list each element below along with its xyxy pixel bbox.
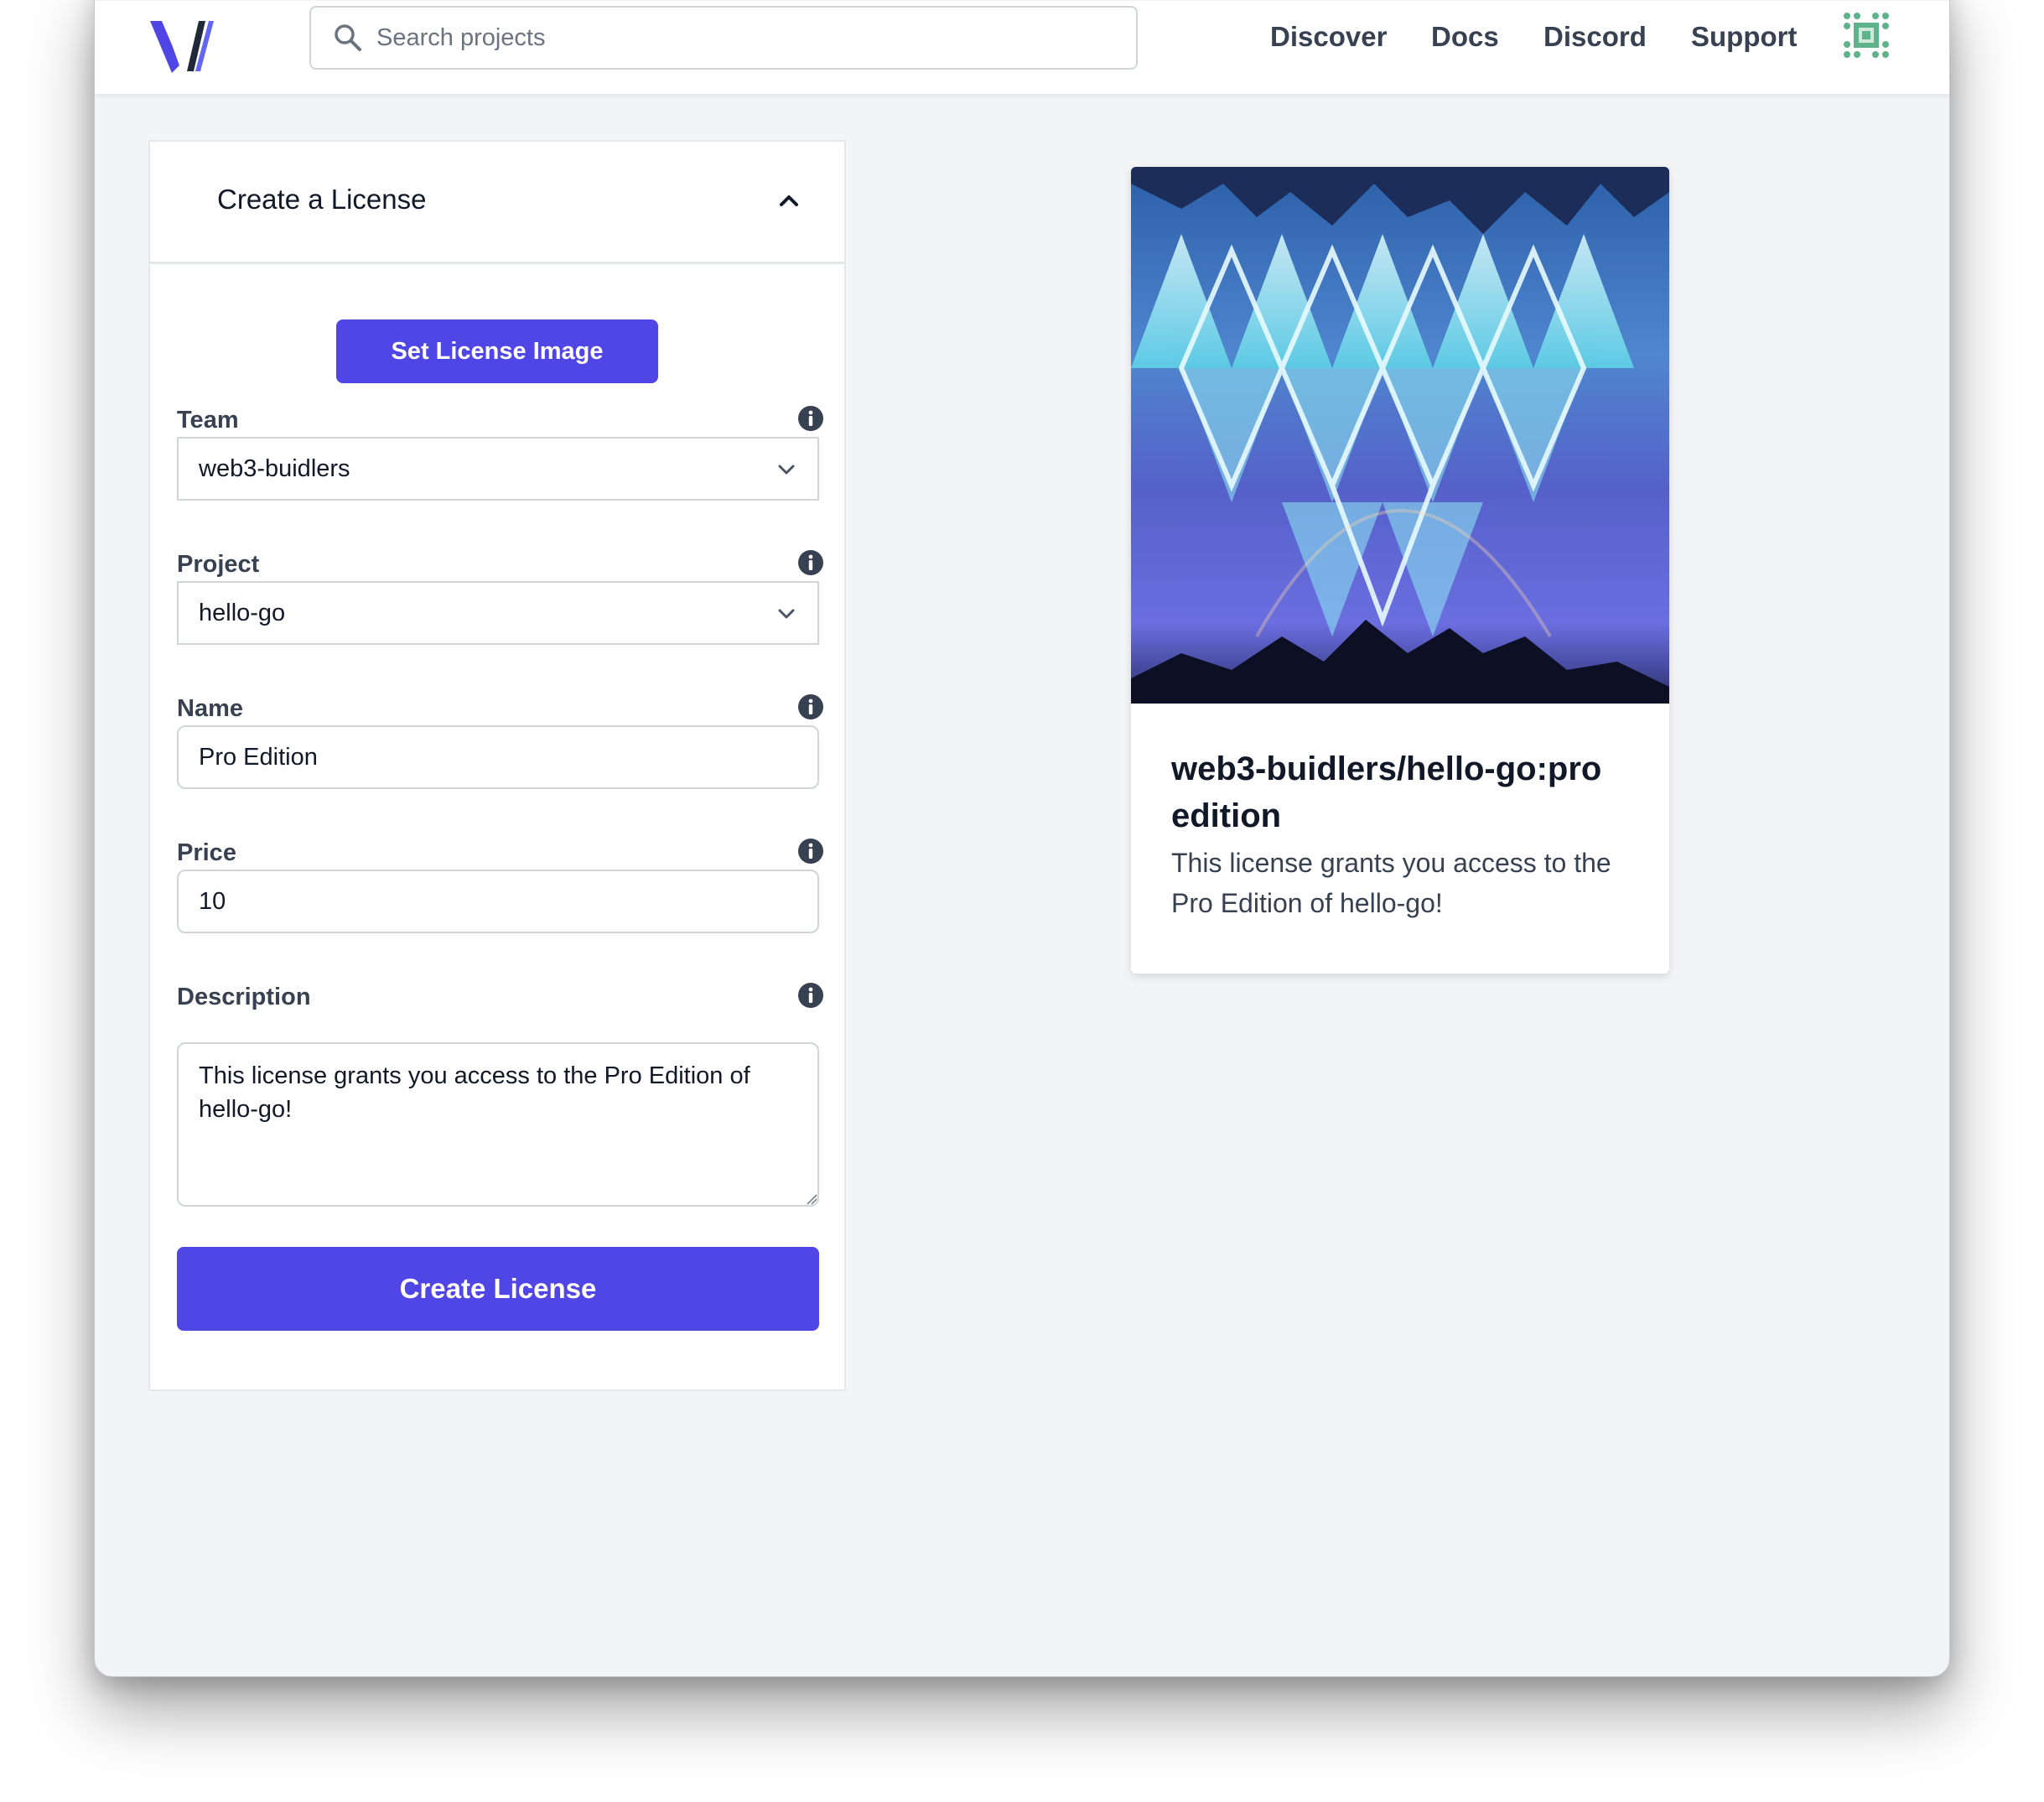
info-icon[interactable] [797,838,824,865]
chevron-down-icon [778,609,795,619]
nav-support[interactable]: Support [1691,16,1797,58]
name-input[interactable]: Pro Edition [177,725,819,789]
team-select[interactable]: web3-buidlers [177,437,819,501]
search-bar[interactable] [309,6,1138,70]
nav-discover[interactable]: Discover [1270,16,1387,58]
license-preview-card: web3-buidlers/hello-go:pro edition This … [1131,167,1669,974]
price-input[interactable]: 10 [177,870,819,933]
price-label: Price [177,839,236,866]
preview-description: This license grants you access to the Pr… [1171,848,1611,918]
info-icon[interactable] [797,549,824,576]
description-textarea[interactable]: This license grants you access to the Pr… [177,1042,819,1207]
search-input[interactable] [376,8,1114,68]
resize-grip-icon[interactable] [806,1193,817,1205]
description-label: Description [177,984,311,1010]
logo-icon[interactable] [147,9,217,80]
chevron-up-icon[interactable] [776,187,802,214]
chevron-down-icon [778,465,795,475]
panel-title: Create a License [217,184,427,215]
project-label: Project [177,551,260,578]
search-icon [335,24,361,51]
team-label: Team [177,407,239,434]
nav-docs[interactable]: Docs [1431,16,1499,58]
preview-title: web3-buidlers/hello-go:pro edition [1171,750,1602,834]
info-icon[interactable] [797,693,824,720]
info-icon[interactable] [797,405,824,432]
project-select-value: hello-go [199,600,286,626]
nav-discord[interactable]: Discord [1543,16,1647,58]
name-label: Name [177,695,243,722]
set-license-image-button[interactable]: Set License Image [336,319,658,383]
avatar-icon[interactable] [1842,11,1891,60]
browser-window: Discover Docs Discord Support [94,0,1950,1677]
create-license-panel: Create a License Set License Image Team … [148,140,846,1391]
panel-header[interactable]: Create a License [150,142,844,264]
license-image [1131,167,1669,704]
top-navbar: Discover Docs Discord Support [95,1,1949,95]
create-license-button[interactable]: Create License [177,1247,819,1331]
team-select-value: web3-buidlers [199,455,350,482]
info-icon[interactable] [797,982,824,1009]
project-select[interactable]: hello-go [177,581,819,645]
